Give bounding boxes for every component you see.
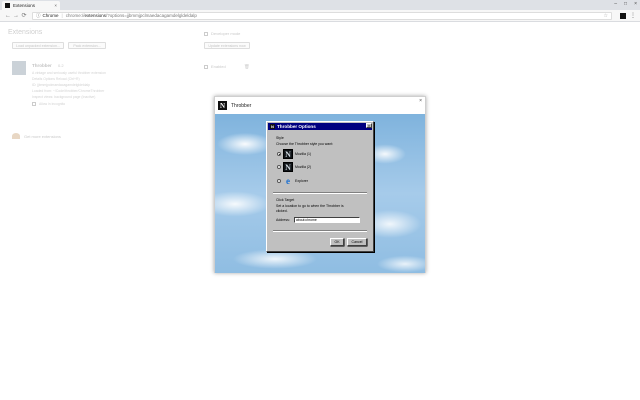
mozilla-1-icon: N xyxy=(283,149,293,159)
chrome-page-icon: ⓘ xyxy=(36,12,41,18)
mozilla-2-icon: N xyxy=(283,162,293,172)
allow-incognito-toggle[interactable]: Allow in incognito xyxy=(32,102,65,106)
tab-strip: Extensions × – □ × xyxy=(0,0,640,10)
bookmark-star-icon[interactable]: ☆ xyxy=(604,13,608,19)
minimize-icon[interactable]: – xyxy=(614,1,617,7)
style-option-label: Mozilla (1) xyxy=(295,152,312,156)
window-close-icon[interactable]: × xyxy=(634,1,637,7)
style-label: Style xyxy=(276,136,284,140)
extension-id: ID: jjbmmjpclmaedacagamdelgldeldalp xyxy=(32,83,91,87)
omnibox-separator: | xyxy=(61,13,63,18)
browser-toolbar: ← → ⟳ ⓘ Chrome | chrome://extensions/?op… xyxy=(0,10,640,22)
dialog-n-icon: N xyxy=(270,124,275,129)
extension-inspect-views[interactable]: Inspect views: background page (Inactive… xyxy=(32,95,95,99)
style-prompt: Choose the Throbber style you want: xyxy=(276,142,334,146)
developer-mode-toggle[interactable]: Developer mode xyxy=(204,31,240,36)
cancel-button[interactable]: Cancel xyxy=(347,238,367,246)
throbber-window-title-bar: N Throbber xyxy=(215,97,425,114)
style-option-mozilla-1[interactable]: N Mozilla (1) xyxy=(277,149,311,159)
throbber-extension-icon[interactable] xyxy=(620,12,626,19)
checkbox-icon xyxy=(32,102,36,106)
ok-button[interactable]: OK xyxy=(330,238,344,246)
address-label: Address: xyxy=(276,218,290,222)
update-extensions-button[interactable]: Update extensions now xyxy=(204,42,250,49)
tab-close-icon[interactable]: × xyxy=(54,3,57,8)
click-target-prompt: Set a location to go to when the Throbbe… xyxy=(276,204,344,208)
click-target-prompt-2: clicked. xyxy=(276,209,288,213)
checkbox-icon xyxy=(204,64,208,69)
developer-mode-label: Developer mode xyxy=(211,31,241,36)
page-title: Extensions xyxy=(8,29,43,36)
style-option-explorer[interactable]: e Explorer xyxy=(277,176,308,186)
dialog-divider xyxy=(273,230,367,232)
dialog-title-bar: N Throbber Options xyxy=(268,123,372,130)
radio-button[interactable] xyxy=(277,152,281,156)
extension-loaded-from: Loaded from: ~/Code/throbber/ChromeThrob… xyxy=(32,89,105,93)
extension-links[interactable]: Details Options Reload (Ctrl+R) xyxy=(32,77,80,81)
click-target-label: Click Target xyxy=(276,198,295,202)
forward-icon[interactable]: → xyxy=(12,13,20,19)
dialog-title: Throbber Options xyxy=(277,124,316,129)
scheme-label: Chrome xyxy=(42,13,59,18)
get-more-extensions-link[interactable]: Get more extensions xyxy=(12,133,61,139)
enabled-toggle[interactable]: Enabled xyxy=(204,64,226,69)
tab-extensions[interactable]: Extensions × xyxy=(2,1,60,10)
enabled-label: Enabled xyxy=(211,64,226,69)
extension-logo-icon xyxy=(12,61,26,75)
radio-button[interactable] xyxy=(277,165,281,169)
dialog-close-button[interactable]: × xyxy=(366,123,372,128)
allow-incognito-label: Allow in incognito xyxy=(39,102,66,106)
extension-favicon-icon xyxy=(5,3,10,8)
tab-title: Extensions xyxy=(13,3,36,8)
address-bar[interactable]: ⓘ Chrome | chrome://extensions/?options=… xyxy=(32,11,612,20)
throbber-window-title: Throbber xyxy=(231,102,252,109)
explorer-e-icon: e xyxy=(286,176,290,186)
extension-version: 0.2 xyxy=(58,63,64,68)
url-text: chrome://extensions/?options=jjbmmjpclma… xyxy=(65,13,197,18)
back-icon[interactable]: ← xyxy=(4,13,12,19)
style-option-label: Explorer xyxy=(295,179,309,183)
radio-button[interactable] xyxy=(277,179,281,183)
pack-extension-button[interactable]: Pack extension... xyxy=(68,42,106,49)
get-more-label: Get more extensions xyxy=(24,133,61,139)
throbber-window-close-icon[interactable]: × xyxy=(419,98,422,104)
maximize-icon[interactable]: □ xyxy=(624,1,627,7)
web-store-icon xyxy=(12,133,20,139)
load-unpacked-button[interactable]: Load unpacked extension... xyxy=(12,42,64,49)
reload-icon[interactable]: ⟳ xyxy=(20,12,28,19)
menu-icon[interactable]: ⋮ xyxy=(630,12,636,19)
trash-icon[interactable]: 🗑 xyxy=(244,64,250,70)
style-option-mozilla-2[interactable]: N Mozilla (2) xyxy=(277,162,311,172)
netscape-n-icon: N xyxy=(218,101,227,110)
window-controls: – □ × xyxy=(614,1,637,7)
extension-name: Throbber xyxy=(32,63,52,68)
throbber-options-dialog: N Throbber Options × Style Choose the Th… xyxy=(266,121,374,252)
address-input[interactable] xyxy=(294,217,360,223)
style-option-label: Mozilla (2) xyxy=(295,165,312,169)
dialog-divider xyxy=(273,192,367,194)
extension-description: A vintage and seriously useful throbber … xyxy=(32,71,106,75)
checkbox-icon xyxy=(204,31,208,36)
